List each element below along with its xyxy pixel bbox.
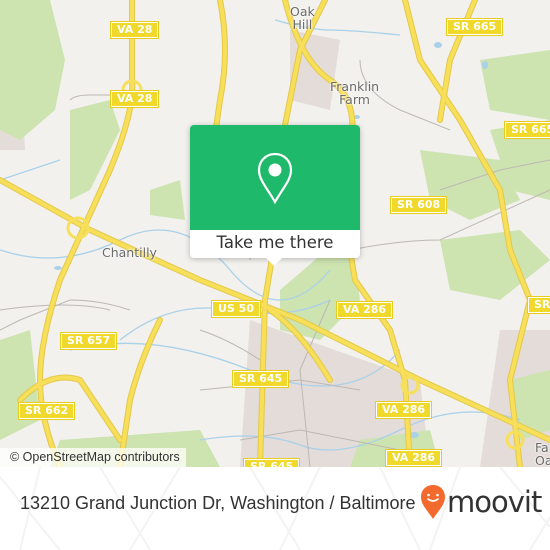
place-label-line: Chantilly bbox=[102, 245, 157, 260]
footer: 13210 Grand Junction Dr, Washington / Ba… bbox=[0, 467, 550, 550]
popup-pointer bbox=[265, 257, 283, 266]
route-shield: SR 608 bbox=[389, 196, 448, 214]
park-area bbox=[480, 50, 550, 120]
place-label-chantilly: Chantilly bbox=[102, 246, 157, 259]
park-area bbox=[150, 180, 185, 220]
address-text: 13210 Grand Junction Dr, Washington / Ba… bbox=[20, 493, 416, 513]
brand-name: moovit bbox=[447, 485, 542, 519]
park-area bbox=[440, 230, 550, 300]
map[interactable]: Oak Hill Franklin Farm Chantilly Fa Oa V… bbox=[0, 0, 550, 467]
route-shield: VA 286 bbox=[335, 301, 394, 319]
route-shield: VA 286 bbox=[384, 449, 443, 467]
route-shield: VA 28 bbox=[109, 21, 160, 39]
route-shield: US 50 bbox=[211, 300, 261, 318]
park-area bbox=[0, 0, 65, 140]
route-shield: VA 286 bbox=[374, 401, 433, 419]
minor-road bbox=[0, 299, 131, 331]
take-me-there-button[interactable]: Take me there bbox=[190, 230, 360, 258]
pond bbox=[54, 266, 62, 270]
park-area bbox=[70, 100, 120, 200]
route-shield: SR bbox=[526, 296, 550, 314]
pond bbox=[482, 61, 488, 69]
pond bbox=[434, 42, 442, 48]
route-shield: SR 645 bbox=[231, 370, 290, 388]
route-shield: SR 662 bbox=[17, 402, 76, 420]
location-popup[interactable]: Take me there bbox=[190, 125, 360, 266]
route-shield: SR 645 bbox=[242, 458, 301, 467]
map-attribution[interactable]: © OpenStreetMap contributors bbox=[0, 448, 186, 467]
stream bbox=[0, 159, 61, 181]
place-label-line: Farm bbox=[339, 92, 370, 107]
place-label-line: Oa bbox=[535, 453, 550, 467]
place-label-fair-oaks: Fa Oa bbox=[535, 441, 550, 467]
route-shield: SR 665 bbox=[445, 18, 504, 36]
place-label-oak-hill: Oak Hill bbox=[290, 5, 315, 31]
moovit-pin-icon bbox=[421, 485, 445, 519]
map-pin-icon bbox=[257, 152, 293, 204]
place-label-franklin-farm: Franklin Farm bbox=[330, 80, 379, 106]
route-shield: SR 665 bbox=[503, 121, 550, 139]
route-shield: VA 28 bbox=[109, 90, 160, 108]
place-label-line: Hill bbox=[292, 17, 313, 32]
route-shield: SR 657 bbox=[59, 332, 118, 350]
popup-header bbox=[190, 125, 360, 230]
moovit-logo[interactable]: moovit bbox=[420, 484, 542, 520]
